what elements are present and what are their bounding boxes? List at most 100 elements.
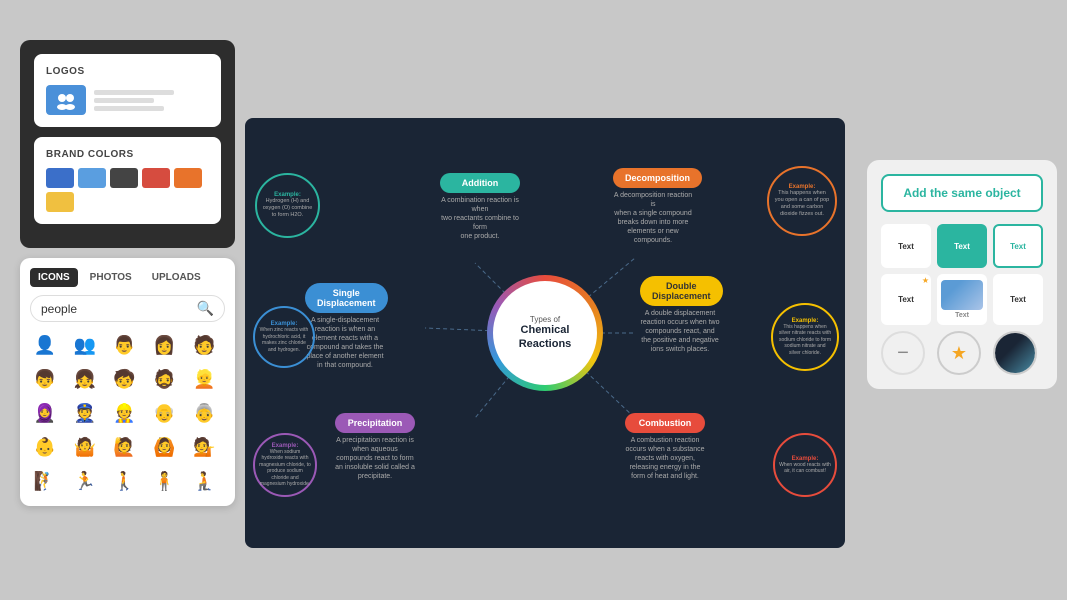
center-circle: Types of ChemicalReactions [493,281,597,385]
icon-cell[interactable]: 🏃 [70,466,100,496]
icon-cell[interactable]: 👨 [110,330,140,360]
combustion-text: A combustion reaction occurs when a subs… [625,436,705,481]
icon-cell[interactable]: 👥 [70,330,100,360]
example-single-text: When zinc reacts with hydrochloric acid,… [259,327,309,353]
double-text: A double displacement reaction occurs wh… [640,309,720,354]
right-cell-img[interactable]: Text [937,274,987,325]
icon-cell[interactable]: 👴 [149,398,179,428]
logos-section: LOGOS [34,54,221,127]
brand-panel: LOGOS BRAND COLORS [20,40,235,248]
color-swatch [46,192,74,212]
cell-teal-label: Text [954,242,970,251]
icon-cell[interactable]: 🧔 [149,364,179,394]
example-decomp-text: This happens when you open a can of pop … [774,190,830,219]
icon-cell[interactable]: 💁 [189,432,219,462]
star-badge: ★ [922,276,929,285]
example-double-text: This happens when silver nitrate reacts … [778,324,832,357]
tab-icons[interactable]: ICONS [30,268,78,287]
precipitation-text: A precipitation reaction is when aqueous… [335,436,415,481]
add-same-object-button[interactable]: Add the same object [881,174,1043,212]
decomposition-label: Decomposition [613,168,702,188]
icon-cell[interactable]: 🧑 [189,330,219,360]
icon-cell[interactable]: 👦 [30,364,60,394]
example-decomposition: Example: This happens when you open a ca… [767,166,837,236]
icon-cell[interactable]: 🧎 [189,466,219,496]
color-swatch [78,168,106,188]
logo-line [94,90,174,95]
color-swatch [46,168,74,188]
circle-image [995,331,1035,375]
tab-photos[interactable]: PHOTOS [82,268,140,287]
example-precipitation: Example: When sodium hydroxide reacts wi… [253,433,317,497]
icons-panel: ICONS PHOTOS UPLOADS 🔍 👤 👥 👨 👩 🧑 👦 👧 🧒 🧔 👱 🧕 👮 👷 👴 👵 👶 🤷… [20,258,235,506]
node-combustion: Combustion A combustion reaction occurs … [625,413,705,481]
icon-cell[interactable]: 👷 [110,398,140,428]
addition-label: Addition [440,173,520,193]
example-comb-text: When wood reacts with air, it can combus… [779,462,831,475]
star-symbol: ★ [951,343,967,364]
node-double: DoubleDisplacement A double displacement… [640,276,723,354]
cell-outline-label: Text [1010,242,1026,251]
icons-grid: 👤 👥 👨 👩 🧑 👦 👧 🧒 🧔 👱 🧕 👮 👷 👴 👵 👶 🤷 🙋 🙆 💁 🧗 🏃 🚶 🧍 🧎 [30,330,225,496]
decomposition-text: A decomposition reaction iswhen a single… [613,191,693,246]
icon-cell[interactable]: 👧 [70,364,100,394]
icon-cell[interactable]: 🧒 [110,364,140,394]
right-cell-text-outline2[interactable]: ★ Text [881,274,931,325]
icon-cell[interactable]: 🧗 [30,466,60,496]
right-circle-star[interactable]: ★ [937,331,981,375]
icon-cell[interactable]: 🙋 [110,432,140,462]
search-row: 🔍 [30,295,225,322]
logo-svg [52,89,80,111]
center-title-main: ChemicalReactions [519,324,572,350]
icon-cell[interactable]: 🙆 [149,432,179,462]
icon-cell[interactable]: 🤷 [70,432,100,462]
right-circle-minus[interactable]: − [881,331,925,375]
search-button[interactable]: 🔍 [197,300,214,317]
right-cell-teal-outline[interactable]: Text [993,224,1043,268]
icon-cell[interactable]: 👶 [30,432,60,462]
color-swatch [110,168,138,188]
single-text: A single-displacement reaction is when a… [305,316,385,371]
cell-text-label: Text [898,242,914,251]
icon-cell[interactable]: 👱 [189,364,219,394]
icon-cell[interactable]: 👤 [30,330,60,360]
right-circle-image[interactable] [993,331,1037,375]
example-single: Example: When zinc reacts with hydrochlo… [253,306,315,368]
canvas-inner: .dash-line { stroke: #4a6a8a; stroke-wid… [245,118,845,548]
right-grid-row1: Text Text Text [881,224,1043,268]
brand-colors-row [46,168,209,212]
icon-cell[interactable]: 🧍 [149,466,179,496]
icon-cell[interactable]: 👮 [70,398,100,428]
example-addition: Example: Hydrogen (H) and oxygen (O) com… [255,173,320,238]
double-label: DoubleDisplacement [640,276,723,306]
logo-line [94,98,154,103]
cell-img-label: Text [955,312,969,319]
right-panel: Add the same object Text Text Text ★ Tex… [867,160,1057,389]
node-single: SingleDisplacement A single-displacement… [305,283,388,371]
node-precipitation: Precipitation A precipitation reaction i… [335,413,415,481]
logo-lines [94,90,174,111]
combustion-label: Combustion [625,413,705,433]
color-swatch [174,168,202,188]
right-bottom-row: − ★ [881,331,1043,375]
icon-cell[interactable]: 🚶 [110,466,140,496]
right-cell-text3[interactable]: Text [993,274,1043,325]
icon-cell[interactable]: 👩 [149,330,179,360]
logo-row [46,85,209,115]
right-cell-text1[interactable]: Text [881,224,931,268]
icon-cell[interactable]: 🧕 [30,398,60,428]
node-decomposition: Decomposition A decomposition reaction i… [613,168,702,246]
right-cell-teal1[interactable]: Text [937,224,987,268]
example-addition-text: Hydrogen (H) and oxygen (O) combine to f… [262,198,313,219]
tab-uploads[interactable]: UPLOADS [144,268,209,287]
search-input[interactable] [41,302,197,316]
precipitation-label: Precipitation [335,413,415,433]
example-combustion: Example: When wood reacts with air, it c… [773,433,837,497]
cell-image [941,280,983,310]
addition-text: A combination reaction is whentwo reacta… [440,196,520,241]
example-double: Example: This happens when silver nitrat… [771,303,839,371]
brand-colors-label: BRAND COLORS [46,149,209,160]
center-title-small: Types of [530,315,560,324]
icon-cell[interactable]: 👵 [189,398,219,428]
brand-colors-section: BRAND COLORS [34,137,221,224]
